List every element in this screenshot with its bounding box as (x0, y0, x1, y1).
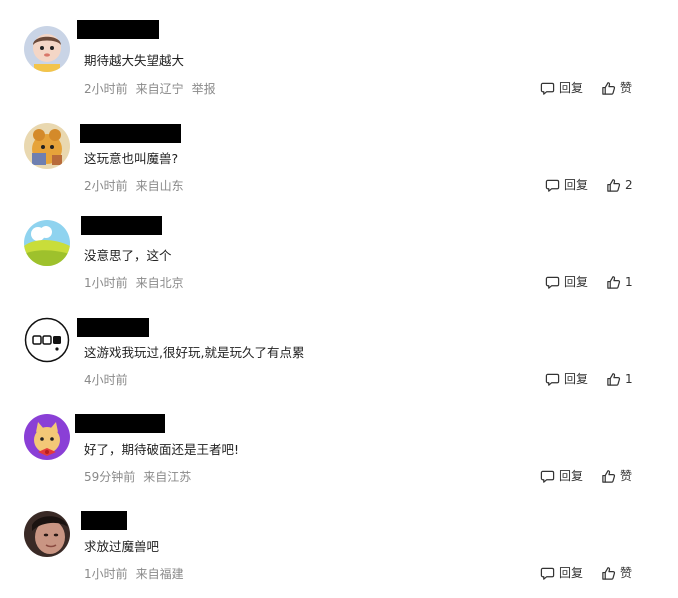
avatar[interactable] (24, 414, 70, 460)
thumbs-up-icon (601, 469, 616, 484)
avatar-child-icon (24, 26, 70, 72)
comment-meta: 2小时前 来自辽宁 举报 (84, 81, 224, 97)
comment-item: 这玩意也叫魔兽? 2小时前 来自山东 回复 2 (0, 97, 678, 194)
thumbs-up-icon (601, 566, 616, 581)
like-button[interactable]: 1 (606, 274, 633, 290)
comment-location: 来自北京 (135, 276, 184, 290)
avatar-cat-icon (24, 414, 70, 460)
comment-item: 求放过魔兽吧 1小时前 来自福建 回复 赞 (0, 485, 678, 582)
avatar-cartoon-icon (24, 123, 70, 169)
comment-item: 期待越大失望越大 2小时前 来自辽宁 举报 回复 赞 (0, 0, 678, 97)
comment-text: 求放过魔兽吧 (84, 539, 160, 554)
report-link[interactable]: 举报 (192, 82, 216, 96)
comment-meta: 4小时前 (84, 372, 136, 388)
reply-button[interactable]: 回复 (545, 177, 588, 193)
avatar-photo-icon (24, 511, 70, 557)
comment-text: 这玩意也叫魔兽? (84, 151, 179, 166)
username-redacted (77, 318, 149, 337)
comment-location: 来自山东 (135, 179, 184, 193)
speech-bubble-icon (540, 566, 555, 581)
avatar-landscape-icon (24, 220, 70, 266)
speech-bubble-icon (545, 275, 560, 290)
comment-meta: 59分钟前 来自江苏 (84, 469, 199, 485)
username-redacted (80, 124, 181, 143)
comment-time: 4小时前 (84, 373, 128, 387)
comment-meta: 2小时前 来自山东 (84, 178, 192, 194)
avatar[interactable] (24, 220, 70, 266)
like-count: 赞 (620, 566, 633, 580)
comment-meta: 1小时前 来自北京 (84, 275, 192, 291)
speech-bubble-icon (545, 178, 560, 193)
like-count: 1 (625, 372, 633, 386)
comment-list: 期待越大失望越大 2小时前 来自辽宁 举报 回复 赞 这玩意也叫魔兽? 2小时前… (0, 0, 678, 598)
thumbs-up-icon (606, 178, 621, 193)
username-redacted (75, 414, 165, 433)
comment-time: 2小时前 (84, 179, 128, 193)
comment-time: 2小时前 (84, 82, 128, 96)
thumbs-up-icon (606, 372, 621, 387)
like-button[interactable]: 赞 (601, 468, 632, 484)
like-button[interactable]: 赞 (601, 80, 632, 96)
comment-item: 没意思了，这个 1小时前 来自北京 回复 1 (0, 194, 678, 291)
reply-button[interactable]: 回复 (545, 274, 588, 290)
reply-button[interactable]: 回复 (540, 80, 583, 96)
like-button[interactable]: 1 (606, 371, 633, 387)
reply-label: 回复 (559, 469, 584, 483)
reply-label: 回复 (564, 372, 589, 386)
reply-button[interactable]: 回复 (540, 565, 583, 581)
speech-bubble-icon (540, 81, 555, 96)
like-count: 2 (625, 178, 633, 192)
thumbs-up-icon (601, 81, 616, 96)
speech-bubble-icon (540, 469, 555, 484)
comment-location: 来自辽宁 (135, 82, 184, 96)
comment-text: 期待越大失望越大 (84, 53, 185, 68)
comment-text: 好了，期待破面还是王者吧! (84, 442, 240, 457)
thumbs-up-icon (606, 275, 621, 290)
comment-item: 好了，期待破面还是王者吧! 59分钟前 来自江苏 回复 赞 (0, 388, 678, 485)
username-redacted (77, 20, 159, 39)
like-button[interactable]: 2 (606, 177, 633, 193)
comment-item: 这游戏我玩过,很好玩,就是玩久了有点累 4小时前 回复 1 (0, 291, 678, 388)
comment-text: 没意思了，这个 (84, 248, 172, 263)
comment-text: 这游戏我玩过,很好玩,就是玩久了有点累 (84, 345, 305, 360)
username-redacted (81, 511, 127, 530)
comment-time: 59分钟前 (84, 470, 136, 484)
like-button[interactable]: 赞 (601, 565, 632, 581)
reply-label: 回复 (559, 81, 584, 95)
reply-button[interactable]: 回复 (545, 371, 588, 387)
comment-time: 1小时前 (84, 276, 128, 290)
username-redacted (81, 216, 162, 235)
reply-label: 回复 (564, 178, 589, 192)
comment-location: 来自福建 (135, 567, 184, 581)
like-count: 赞 (620, 469, 633, 483)
avatar[interactable] (24, 123, 70, 169)
comment-time: 1小时前 (84, 567, 128, 581)
avatar-logo-icon (24, 317, 70, 363)
reply-label: 回复 (564, 275, 589, 289)
avatar[interactable] (24, 317, 70, 363)
avatar[interactable] (24, 26, 70, 72)
reply-button[interactable]: 回复 (540, 468, 583, 484)
speech-bubble-icon (545, 372, 560, 387)
comment-meta: 1小时前 来自福建 (84, 566, 192, 582)
like-count: 1 (625, 275, 633, 289)
avatar[interactable] (24, 511, 70, 557)
comment-location: 来自江苏 (143, 470, 192, 484)
like-count: 赞 (620, 81, 633, 95)
reply-label: 回复 (559, 566, 584, 580)
